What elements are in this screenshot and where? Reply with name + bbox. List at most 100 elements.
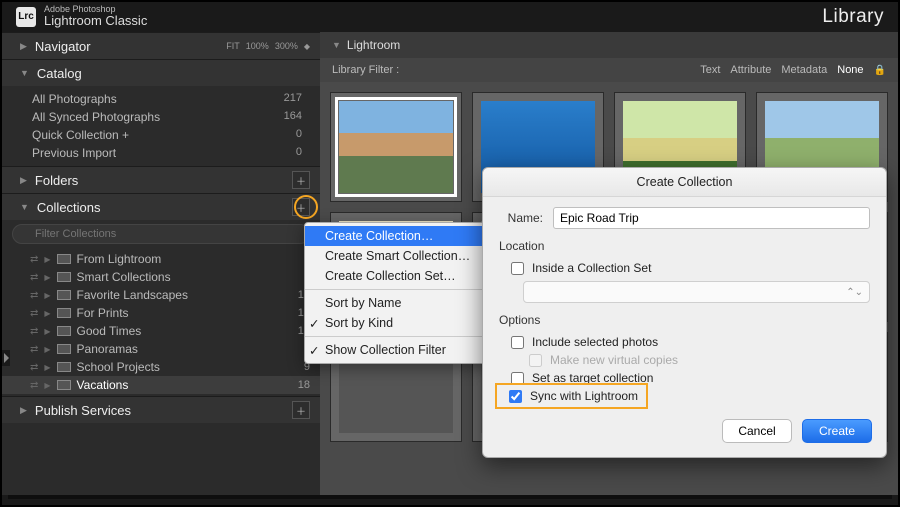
virtual-copies-checkbox bbox=[529, 354, 542, 367]
chevron-down-icon[interactable]: ▼ bbox=[332, 40, 341, 50]
sync-with-lightroom-label: Sync with Lightroom bbox=[530, 389, 638, 403]
collection-icon bbox=[57, 254, 71, 264]
panel-title: Navigator bbox=[35, 39, 91, 54]
add-folder-button[interactable]: ＋ bbox=[292, 171, 310, 189]
sync-toggle-icon[interactable]: ⇄ bbox=[30, 290, 38, 301]
collection-set-select[interactable]: ⌃⌄ bbox=[523, 281, 870, 303]
menu-separator bbox=[305, 289, 493, 290]
panel-catalog-header[interactable]: ▼ Catalog bbox=[2, 60, 320, 86]
collection-count: 18 bbox=[298, 379, 310, 391]
disclosure-icon: ▶ bbox=[44, 345, 50, 354]
panel-publish-header[interactable]: ▶Publish Services ＋ bbox=[2, 397, 320, 423]
cancel-button[interactable]: Cancel bbox=[722, 419, 792, 443]
module-picker-library[interactable]: Library bbox=[822, 6, 884, 28]
title-bar: Lrc Adobe Photoshop Lightroom Classic Li… bbox=[2, 2, 898, 32]
source-tabstrip: ▼ Lightroom bbox=[320, 32, 898, 58]
menu-item[interactable]: Sort by Name bbox=[305, 293, 493, 313]
collection-row[interactable]: ⇄▶For Prints19 bbox=[2, 304, 320, 322]
panel-title: Folders bbox=[35, 173, 78, 188]
zoom-300[interactable]: 300% bbox=[275, 41, 298, 51]
filter-opt-attribute[interactable]: Attribute bbox=[730, 64, 771, 76]
filter-opt-metadata[interactable]: Metadata bbox=[781, 64, 827, 76]
zoom-100[interactable]: 100% bbox=[246, 41, 269, 51]
menu-separator bbox=[305, 336, 493, 337]
thumbnail[interactable] bbox=[330, 92, 462, 202]
sync-toggle-icon[interactable]: ⇄ bbox=[30, 362, 38, 373]
catalog-item[interactable]: Previous Import0 bbox=[2, 144, 320, 162]
menu-item[interactable]: ✓Show Collection Filter bbox=[305, 340, 493, 360]
collection-label: Good Times bbox=[77, 324, 142, 338]
sync-with-lightroom-checkbox[interactable] bbox=[509, 390, 522, 403]
collection-row[interactable]: ⇄▶Vacations18 bbox=[2, 376, 320, 394]
collection-label: Smart Collections bbox=[77, 270, 171, 284]
panel-navigator-header[interactable]: ▶ Navigator FIT 100% 300% ◆ bbox=[2, 33, 320, 59]
sync-toggle-icon[interactable]: ⇄ bbox=[30, 380, 38, 391]
catalog-item-count: 217 bbox=[284, 92, 302, 106]
disclosure-icon: ▶ bbox=[44, 327, 50, 336]
panel-collections-header[interactable]: ▼Collections ＋ bbox=[2, 194, 320, 220]
location-section-label: Location bbox=[499, 239, 870, 253]
panel-splitter-handle[interactable] bbox=[2, 350, 10, 366]
menu-item[interactable]: Create Collection Set… bbox=[305, 266, 493, 286]
collections-list: ⇄▶From Lightroom⇄▶Smart Collections⇄▶Fav… bbox=[2, 248, 320, 396]
collections-add-menu[interactable]: Create Collection… Create Smart Collectio… bbox=[304, 222, 494, 364]
catalog-item[interactable]: All Photographs 217 bbox=[2, 90, 320, 108]
collection-row[interactable]: ⇄▶Smart Collections bbox=[2, 268, 320, 286]
menu-item[interactable]: Create Collection… bbox=[305, 226, 493, 246]
collection-label: Vacations bbox=[77, 378, 129, 392]
sync-toggle-icon[interactable]: ⇄ bbox=[30, 344, 38, 355]
menu-item-label: Sort by Name bbox=[325, 296, 401, 310]
collection-row[interactable]: ⇄▶School Projects9 bbox=[2, 358, 320, 376]
zoom-fit[interactable]: FIT bbox=[226, 41, 240, 51]
sync-toggle-icon[interactable]: ⇄ bbox=[30, 272, 38, 283]
sync-toggle-icon[interactable]: ⇄ bbox=[30, 308, 38, 319]
checkmark-icon: ✓ bbox=[309, 316, 319, 331]
collection-name-input[interactable] bbox=[553, 207, 870, 229]
options-section-label: Options bbox=[499, 313, 870, 327]
filter-collections-input[interactable] bbox=[12, 224, 310, 244]
panel-folders-header[interactable]: ▶Folders ＋ bbox=[2, 167, 320, 193]
filter-opt-text[interactable]: Text bbox=[700, 64, 720, 76]
app-logo: Lrc bbox=[16, 7, 36, 27]
catalog-item-label: All Synced Photographs bbox=[32, 110, 160, 124]
collection-row[interactable]: ⇄▶Panoramas4 bbox=[2, 340, 320, 358]
disclosure-icon: ▶ bbox=[44, 309, 50, 318]
inside-collection-set-checkbox[interactable] bbox=[511, 262, 524, 275]
collection-label: Panoramas bbox=[77, 342, 138, 356]
collection-icon bbox=[57, 272, 71, 282]
add-publish-button[interactable]: ＋ bbox=[292, 401, 310, 419]
zoom-menu-icon[interactable]: ◆ bbox=[304, 42, 310, 51]
add-collection-button[interactable]: ＋ bbox=[292, 198, 310, 216]
panel-title: Catalog bbox=[37, 66, 82, 81]
collection-row[interactable]: ⇄▶Favorite Landscapes18 bbox=[2, 286, 320, 304]
left-panel: ▶ Navigator FIT 100% 300% ◆ ▼ Catalog All … bbox=[2, 32, 320, 495]
catalog-item[interactable]: Quick Collection +0 bbox=[2, 126, 320, 144]
filmstrip-collapsed[interactable] bbox=[8, 495, 892, 499]
menu-item-label: Create Collection… bbox=[325, 229, 433, 243]
collection-row[interactable]: ⇄▶Good Times19 bbox=[2, 322, 320, 340]
filter-bar-label: Library Filter : bbox=[332, 64, 399, 76]
virtual-copies-label: Make new virtual copies bbox=[550, 353, 678, 367]
sync-toggle-icon[interactable]: ⇄ bbox=[30, 254, 38, 265]
sync-toggle-icon[interactable]: ⇄ bbox=[30, 326, 38, 337]
disclosure-icon: ▶ bbox=[20, 41, 27, 52]
set-target-label: Set as target collection bbox=[532, 371, 653, 385]
collection-icon bbox=[57, 344, 71, 354]
lock-icon[interactable]: 🔒 bbox=[874, 65, 886, 76]
disclosure-icon: ▶ bbox=[44, 363, 50, 372]
catalog-item-label: All Photographs bbox=[32, 92, 117, 106]
select-chevrons-icon: ⌃⌄ bbox=[846, 287, 863, 298]
disclosure-icon: ▼ bbox=[20, 68, 29, 78]
filter-opt-none[interactable]: None bbox=[837, 64, 863, 76]
create-button[interactable]: Create bbox=[802, 419, 872, 443]
include-selected-checkbox[interactable] bbox=[511, 336, 524, 349]
inside-collection-set-label: Inside a Collection Set bbox=[532, 261, 651, 275]
panel-title: Publish Services bbox=[35, 403, 131, 418]
collection-row[interactable]: ⇄▶From Lightroom bbox=[2, 250, 320, 268]
catalog-item[interactable]: All Synced Photographs164 bbox=[2, 108, 320, 126]
menu-item[interactable]: Create Smart Collection… bbox=[305, 246, 493, 266]
source-tab[interactable]: Lightroom bbox=[347, 38, 400, 52]
menu-item-label: Create Collection Set… bbox=[325, 269, 456, 283]
menu-item[interactable]: ✓Sort by Kind bbox=[305, 313, 493, 333]
set-target-checkbox[interactable] bbox=[511, 372, 524, 385]
